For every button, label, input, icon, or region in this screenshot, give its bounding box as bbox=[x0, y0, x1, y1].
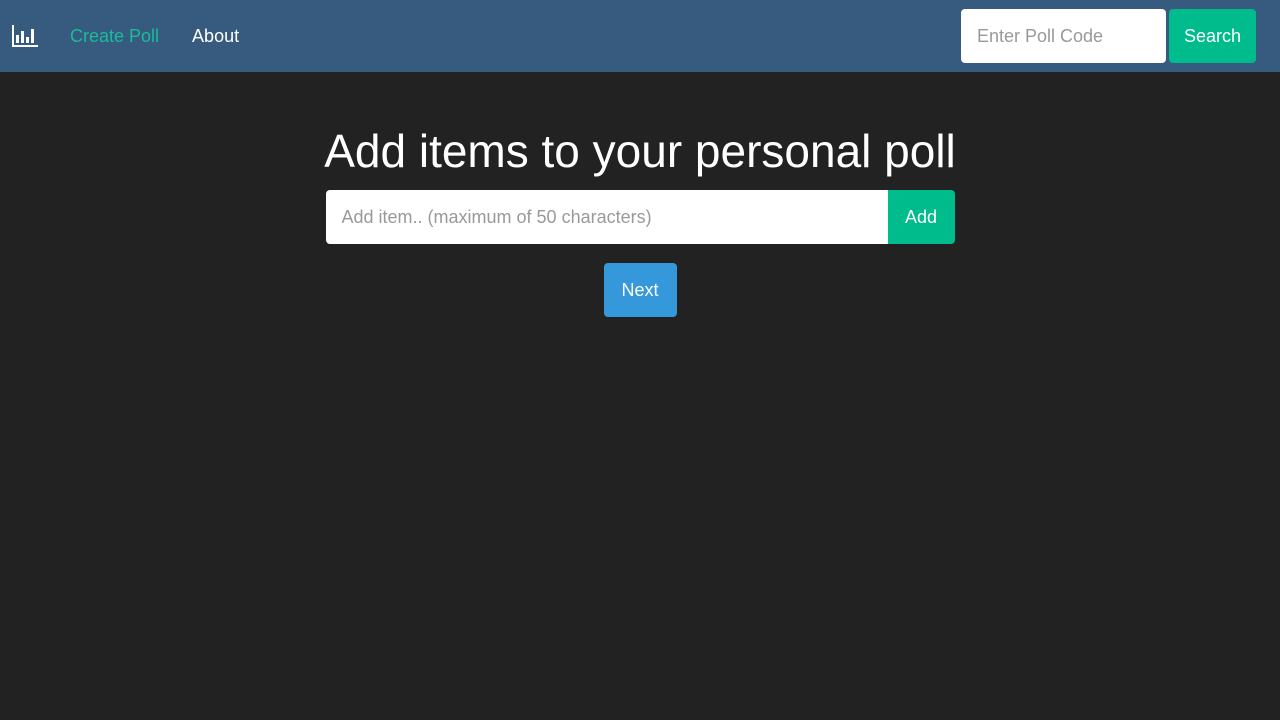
add-button[interactable]: Add bbox=[887, 190, 955, 244]
search-button[interactable]: Search bbox=[1169, 9, 1256, 63]
item-input[interactable] bbox=[325, 190, 888, 244]
next-button[interactable]: Next bbox=[603, 263, 677, 317]
nav-create-poll[interactable]: Create Poll bbox=[70, 26, 159, 47]
nav-about[interactable]: About bbox=[192, 26, 239, 47]
navbar: Create Poll About Search bbox=[0, 0, 1280, 72]
poll-code-input[interactable] bbox=[961, 9, 1166, 63]
bar-chart-logo-icon[interactable] bbox=[12, 25, 38, 47]
add-item-row: Add bbox=[325, 190, 955, 244]
page-title: Add items to your personal poll bbox=[324, 125, 956, 177]
